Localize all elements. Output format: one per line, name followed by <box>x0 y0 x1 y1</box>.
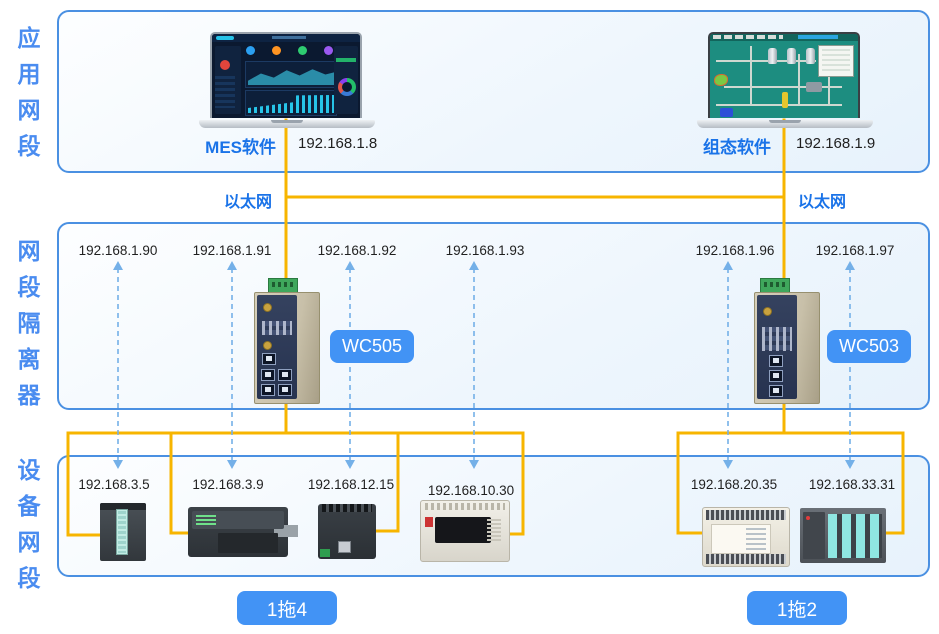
laptop-base <box>697 120 873 128</box>
dip-switch-panel <box>762 327 792 351</box>
plc-door <box>218 533 278 553</box>
gateway-front-panel <box>757 295 797 399</box>
device-ip-3: 192.168.12.15 <box>301 477 401 492</box>
ethernet-label-right: 以太网 <box>798 188 846 212</box>
plc-image-delta <box>702 507 790 567</box>
scada-toolbar-buttons <box>713 35 783 39</box>
mes-laptop-image <box>199 32 375 128</box>
antenna-connector <box>763 307 772 316</box>
network-topology-diagram: 应用网段 网段隔离器 设备网段 <box>0 0 939 634</box>
wc505-badge: WC505 <box>330 330 414 363</box>
plc-leds <box>196 515 216 525</box>
gateway-front-panel <box>257 295 297 399</box>
bar-chart <box>245 90 337 116</box>
dashboard-title-bar <box>272 36 306 39</box>
led-indicators <box>262 321 292 335</box>
scada-ip-label: 192.168.1.9 <box>796 135 875 152</box>
pipe-line <box>716 104 842 106</box>
ethernet-port <box>769 370 783 382</box>
terminal-row-top <box>706 510 786 520</box>
section-label-application: 应用网段 <box>10 26 44 170</box>
laptop-base <box>199 120 375 128</box>
ethernet-port <box>338 541 351 553</box>
wc503-gateway-image <box>746 278 828 406</box>
wc503-badge: WC503 <box>827 330 911 363</box>
brand-tag <box>425 517 433 527</box>
plc-label-area <box>711 524 771 554</box>
device-ip-4: 192.168.10.30 <box>421 483 521 498</box>
scada-software-label: 组态软件 <box>683 133 771 158</box>
plc-label-strip <box>116 509 128 555</box>
mes-software-label: MES软件 <box>188 133 276 158</box>
arrowheads <box>113 261 855 469</box>
isolator-ip-1: 192.168.1.90 <box>68 243 168 258</box>
terminal-teeth <box>322 504 372 512</box>
device-ip-5: 192.168.20.35 <box>684 477 784 492</box>
device-ip-2: 192.168.3.9 <box>178 477 278 492</box>
isolator-ip-3: 192.168.1.92 <box>307 243 407 258</box>
isolator-ip-4: 192.168.1.93 <box>435 243 535 258</box>
scada-laptop-image <box>697 32 873 128</box>
vessel-icon <box>806 82 822 92</box>
tank-vessels <box>768 48 815 64</box>
terminal-row-bottom <box>706 554 786 564</box>
trend-chart-panel <box>818 45 854 77</box>
ethernet-label-left: 以太网 <box>224 188 272 212</box>
terminal-teeth <box>425 503 505 510</box>
ratio-badge-left: 1拖4 <box>237 591 337 625</box>
donut-chart <box>338 78 356 96</box>
dashboard-logo-chip <box>216 36 234 40</box>
ethernet-port <box>278 384 292 396</box>
isolator-ip-6: 192.168.1.97 <box>805 243 905 258</box>
ratio-badge-right: 1拖2 <box>747 591 847 625</box>
area-chart <box>245 61 337 88</box>
io-module-windows <box>828 514 882 558</box>
led-grid <box>487 519 501 541</box>
alert-indicator <box>220 60 230 70</box>
ethernet-port <box>261 369 275 381</box>
antenna-connector <box>263 303 272 312</box>
plc-image-s7200 <box>188 507 288 557</box>
gateway-body <box>254 292 320 404</box>
plc-image-s7300 <box>100 503 146 561</box>
section-label-device: 设备网段 <box>10 458 44 602</box>
plc-image-mitsubishi-fx <box>420 500 510 562</box>
ethernet-port <box>278 369 292 381</box>
mes-dashboard-screen <box>210 32 362 118</box>
plc-front-panel <box>435 517 491 543</box>
section-label-isolator: 网段隔离器 <box>10 239 44 419</box>
plc-image-rack <box>800 508 886 563</box>
pipe-line <box>750 46 752 106</box>
connector-block <box>320 549 330 557</box>
pipe-line <box>724 86 842 88</box>
ethernet-port <box>769 355 783 367</box>
plc-image-compact <box>318 504 376 559</box>
wc505-gateway-image <box>246 278 328 406</box>
reactor-icon <box>714 74 728 86</box>
device-ip-6: 192.168.33.31 <box>802 477 902 492</box>
ethernet-port <box>261 384 275 396</box>
status-button <box>336 58 356 62</box>
pump-icon <box>720 108 733 117</box>
scada-screen <box>708 32 860 118</box>
column-icon <box>782 92 788 108</box>
antenna-connector <box>263 341 272 350</box>
status-led <box>806 516 810 520</box>
alert-list-rows <box>215 76 235 108</box>
gateway-body <box>754 292 820 404</box>
device-ip-1: 192.168.3.5 <box>64 477 164 492</box>
scada-title-strip <box>798 35 838 39</box>
ethernet-port <box>262 353 276 365</box>
mes-ip-label: 192.168.1.8 <box>298 135 377 152</box>
isolator-ip-2: 192.168.1.91 <box>182 243 282 258</box>
ethernet-port <box>769 385 783 397</box>
isolator-ip-5: 192.168.1.96 <box>685 243 785 258</box>
